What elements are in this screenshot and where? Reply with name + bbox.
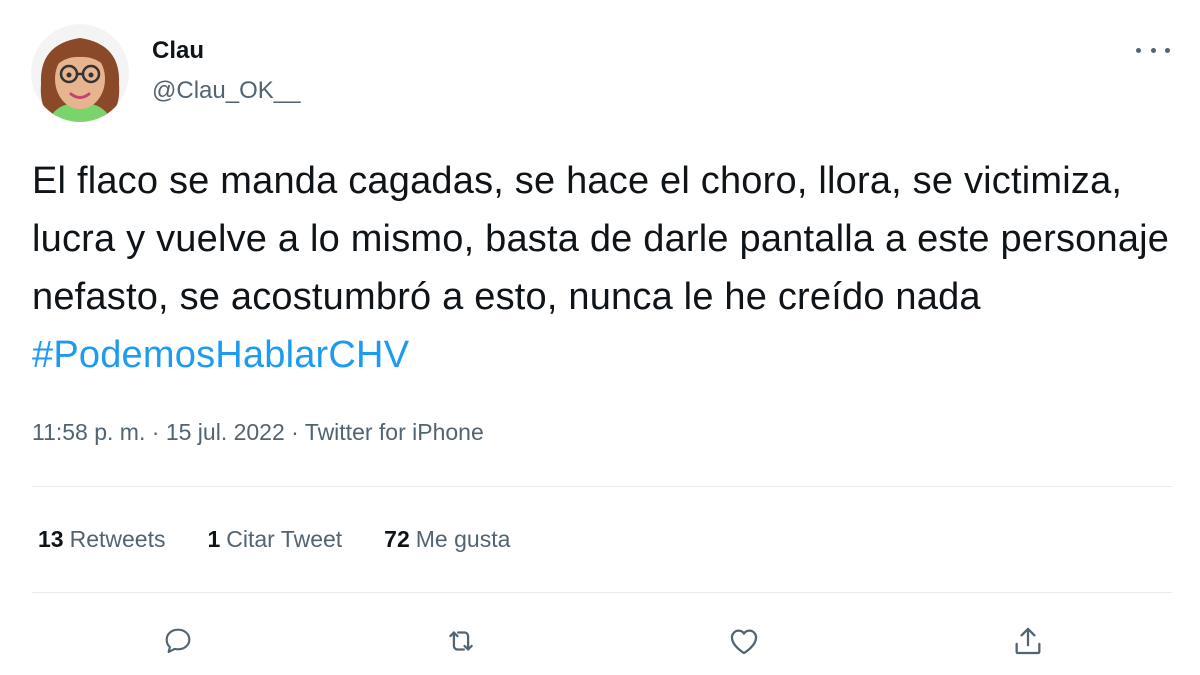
hashtag-link[interactable]: #PodemosHablarCHV — [32, 334, 409, 376]
likes-count: 72 — [384, 526, 410, 552]
tweet-source[interactable]: Twitter for iPhone — [305, 419, 484, 445]
meta-separator: · — [145, 419, 166, 445]
likes-label: Me gusta — [415, 526, 511, 552]
reply-icon — [165, 628, 191, 653]
more-dot — [1150, 47, 1156, 53]
avatar[interactable] — [31, 24, 129, 122]
more-dot — [1136, 47, 1141, 53]
retweet-icon — [449, 631, 473, 651]
retweets-count: 13 — [38, 526, 64, 552]
share-button[interactable] — [1003, 616, 1053, 666]
likes-stat[interactable]: 72 Me gusta — [384, 523, 510, 555]
quotes-label: Citar Tweet — [226, 526, 343, 552]
like-icon — [730, 629, 758, 655]
retweets-label: Retweets — [69, 526, 166, 552]
divider — [32, 592, 1172, 593]
tweet-time[interactable]: 11:58 p. m. — [32, 419, 145, 445]
tweet-stats: 13 Retweets 1 Citar Tweet 72 Me gusta — [38, 523, 552, 555]
author-name[interactable]: Clau — [152, 36, 204, 66]
action-bar — [0, 616, 1200, 666]
tweet-text: El flaco se manda cagadas, se hace el ch… — [32, 152, 1172, 384]
quotes-count: 1 — [207, 526, 221, 552]
tweet-date[interactable]: 15 jul. 2022 — [166, 419, 285, 445]
retweets-stat[interactable]: 13 Retweets — [38, 523, 165, 555]
meta-separator: · — [284, 419, 305, 445]
more-dot — [1165, 47, 1170, 53]
tweet-body: El flaco se manda cagadas, se hace el ch… — [32, 160, 1170, 318]
quote-tweets-stat[interactable]: 1 Citar Tweet — [207, 523, 342, 555]
share-icon — [1015, 627, 1041, 655]
tweet-card: Clau @Clau_OK__ El flaco se manda cagada… — [0, 0, 1200, 675]
retweet-button[interactable] — [436, 616, 486, 666]
more-options-button[interactable] — [1136, 36, 1170, 64]
divider — [32, 486, 1172, 487]
tweet-meta: 11:58 p. m. · 15 jul. 2022 · Twitter for… — [32, 416, 484, 448]
author-handle[interactable]: @Clau_OK__ — [152, 76, 300, 106]
reply-button[interactable] — [153, 616, 203, 666]
like-button[interactable] — [719, 616, 769, 666]
